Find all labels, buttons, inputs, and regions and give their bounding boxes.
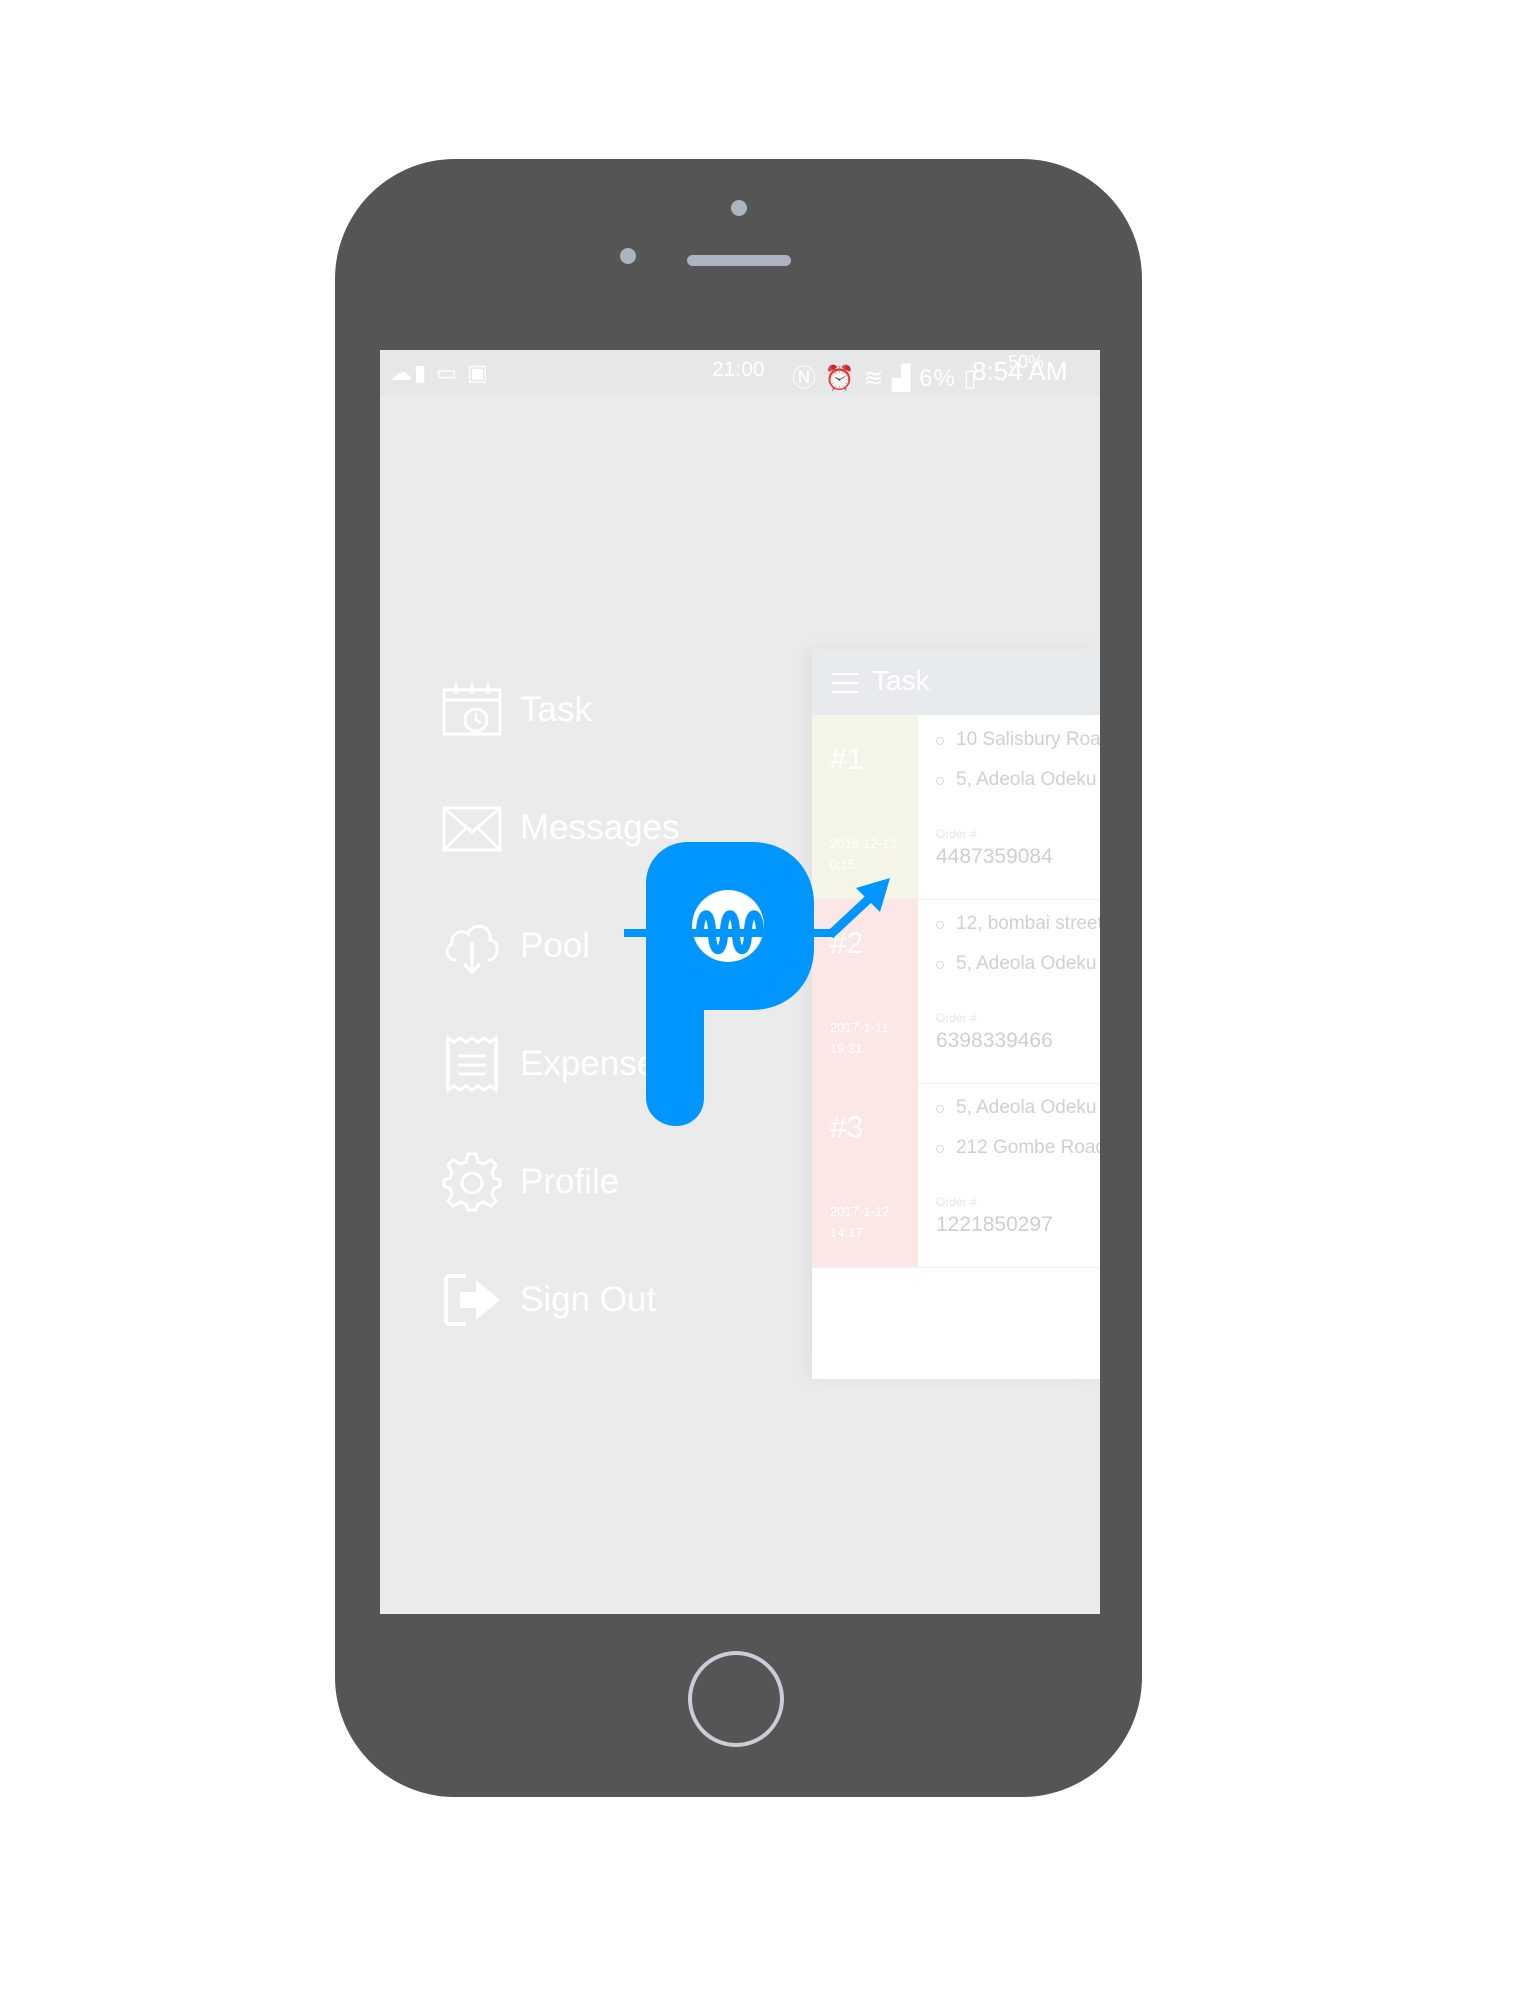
menu-item-task[interactable]: Task (442, 680, 772, 750)
task-body: 10 Salisbury Road 5, Adeola Odeku Order … (918, 715, 1100, 899)
order-number: 1221850297 (936, 1213, 1053, 1236)
task-number: #1 (830, 743, 864, 776)
task-header-title: Task (872, 665, 930, 696)
dropoff-dot (936, 777, 944, 785)
task-from: 10 Salisbury Road (956, 729, 1100, 750)
menu-item-profile[interactable]: Profile (442, 1152, 772, 1222)
dropoff-dot (936, 961, 944, 969)
receipt-icon (446, 1035, 498, 1093)
status-time: 21:00 (712, 358, 765, 381)
menu-label-sign-out: Sign Out (520, 1280, 657, 1319)
task-header: Task (812, 649, 1100, 715)
menu-label-pool: Pool (520, 926, 591, 965)
pickup-dot (936, 1105, 944, 1113)
front-camera (731, 200, 747, 216)
pickup-dot (936, 737, 944, 745)
calendar-clock-icon (442, 684, 502, 736)
home-button[interactable] (688, 1651, 784, 1747)
status-battery-secondary: 50% (1008, 352, 1045, 372)
task-date: 2017-1-12 14:17 (830, 1204, 890, 1240)
notification-icons: ☁▮ ▭ ▣ (390, 360, 490, 385)
battery-percent: 6% (919, 365, 956, 392)
order-number: 4487359084 (936, 845, 1053, 868)
task-from: 5, Adeola Odeku (956, 1097, 1097, 1118)
menu-label-task: Task (520, 690, 592, 729)
task-to: 5, Adeola Odeku (956, 769, 1097, 790)
order-label: Order # (936, 827, 977, 841)
gear-icon (442, 1152, 502, 1212)
order-number: 6398339466 (936, 1029, 1053, 1052)
task-to: 5, Adeola Odeku (956, 953, 1097, 974)
task-body: 12, bombai street 5, Adeola Odeku Order … (918, 899, 1100, 1083)
envelope-icon (442, 806, 502, 852)
task-body: 5, Adeola Odeku 212 Gombe Road Order # 1… (918, 1083, 1100, 1267)
status-icons: Ⓝ ⏰ ≋ ▟ 6% ▯ (792, 365, 978, 392)
dropoff-dot (936, 1145, 944, 1153)
order-label: Order # (936, 1195, 977, 1209)
proximity-sensor (620, 248, 636, 264)
menu-label-profile: Profile (520, 1162, 620, 1201)
status-bar: ☁▮ ▭ ▣ 21:00 Ⓝ ⏰ ≋ ▟ 6% ▯ 8:54 AM 50% (380, 350, 1100, 396)
task-to: 212 Gombe Road (956, 1137, 1100, 1158)
order-label: Order # (936, 1011, 977, 1025)
task-from: 12, bombai street (956, 913, 1100, 934)
menu-item-sign-out[interactable]: Sign Out (442, 1270, 772, 1340)
cloud-download-icon (445, 924, 499, 975)
app-logo-icon (624, 842, 890, 1126)
sign-out-icon (444, 1274, 500, 1326)
hamburger-menu-icon[interactable] (832, 673, 858, 693)
pickup-dot (936, 921, 944, 929)
earpiece-speaker (687, 255, 791, 266)
